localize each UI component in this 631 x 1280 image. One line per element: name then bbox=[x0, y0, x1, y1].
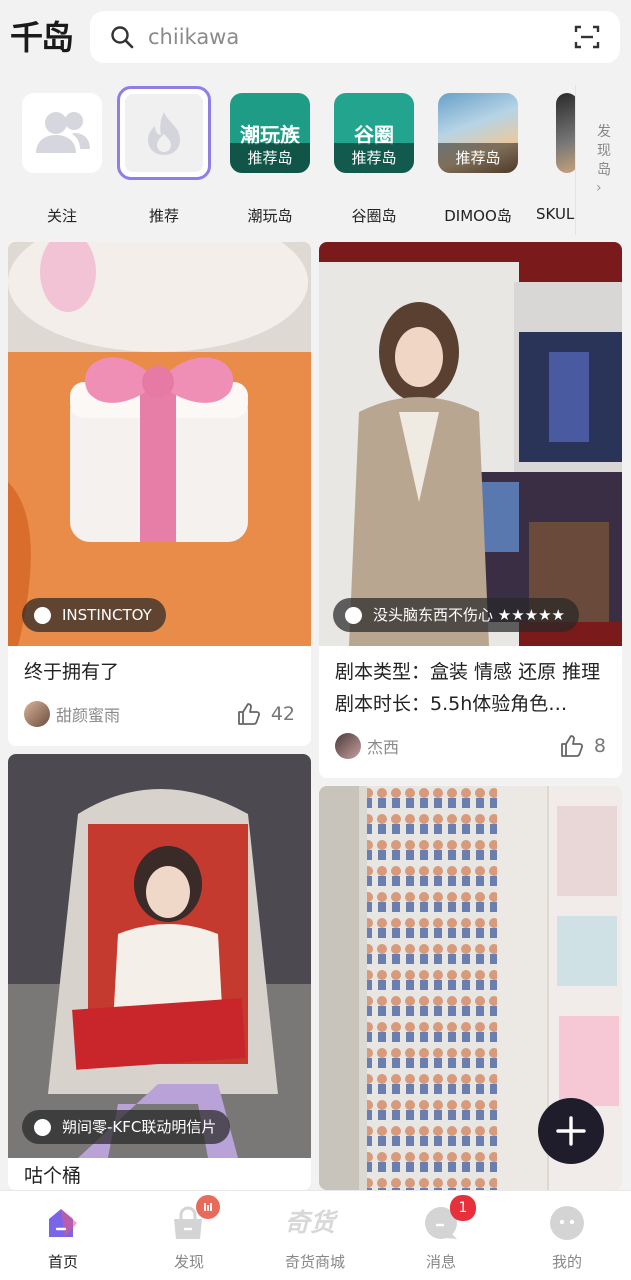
tab-discover[interactable]: 发现 bbox=[126, 1191, 252, 1280]
tab-messages[interactable]: 1 消息 bbox=[378, 1191, 504, 1280]
flame-icon bbox=[148, 112, 180, 155]
verified-check-icon bbox=[34, 1119, 51, 1136]
unread-badge: 1 bbox=[450, 1195, 476, 1221]
bottom-tab-bar: 首页 发现 奇货 奇货商城 1 消息 我的 bbox=[0, 1190, 631, 1280]
discover-islands-label: 发现岛 bbox=[597, 124, 611, 178]
feed-card[interactable]: 没头脑东西不伤心 ★★★★★ 剧本类型：盒装 情感 还原 推理剧本时长：5.5h… bbox=[319, 242, 622, 778]
scan-icon[interactable] bbox=[574, 24, 600, 50]
tab-home[interactable]: 首页 bbox=[0, 1191, 126, 1280]
bars-badge-icon bbox=[196, 1195, 220, 1219]
author-name: 杰西 bbox=[367, 738, 400, 757]
shop-badge-label: INSTINCTOY bbox=[62, 606, 152, 624]
tab-profile[interactable]: 我的 bbox=[504, 1191, 630, 1280]
thumbs-up-icon bbox=[561, 735, 583, 757]
plus-icon bbox=[556, 1116, 586, 1146]
island-chaowan-tile: 潮玩族 推荐岛 bbox=[230, 93, 310, 173]
card-title: 终于拥有了 bbox=[24, 661, 120, 683]
feed-card-image bbox=[8, 242, 311, 646]
tab-store[interactable]: 奇货 奇货商城 bbox=[252, 1191, 378, 1280]
shop-badge[interactable]: 朔间零-KFC联动明信片 bbox=[22, 1110, 231, 1144]
like-button[interactable]: 8 bbox=[560, 732, 606, 760]
avatar bbox=[24, 701, 50, 727]
island-tile-band: 推荐岛 bbox=[334, 143, 414, 173]
search-bar[interactable]: chiikawa bbox=[90, 11, 620, 63]
card-title: 咕个桶 bbox=[24, 1165, 82, 1187]
like-count: 42 bbox=[270, 703, 295, 725]
people-icon bbox=[36, 112, 90, 153]
feed-card[interactable]: INSTINCTOY 终于拥有了 甜颜蜜雨 42 bbox=[8, 242, 311, 746]
island-dimoo-tile: 推荐岛 bbox=[438, 93, 518, 173]
shop-badge-label: 朔间零-KFC联动明信片 bbox=[62, 1118, 217, 1136]
store-icon: 奇货 bbox=[285, 1208, 336, 1237]
tab-label: 首页 bbox=[47, 1253, 78, 1271]
create-post-button[interactable] bbox=[538, 1098, 604, 1164]
search-icon bbox=[111, 26, 134, 49]
island-label: DIMOO岛 bbox=[444, 207, 512, 225]
home-icon bbox=[49, 1209, 77, 1237]
discover-islands-button[interactable]: 发现岛 › bbox=[575, 85, 631, 235]
book-cover-photo bbox=[319, 242, 622, 646]
app-logo[interactable]: 千岛 bbox=[10, 18, 74, 58]
tab-label: 发现 bbox=[173, 1253, 204, 1271]
island-tile-band: 推荐岛 bbox=[230, 143, 310, 173]
island-recommend-tile bbox=[117, 86, 211, 180]
shop-badge[interactable]: INSTINCTOY bbox=[22, 598, 166, 632]
feed-card-image bbox=[8, 754, 311, 1158]
islands-row: 关注 推荐 潮玩族 推荐岛 潮玩岛 谷圈 推荐岛 谷圈岛 推荐岛 DIMOO岛 … bbox=[0, 85, 631, 235]
avatar bbox=[335, 733, 361, 759]
island-guquan-tile: 谷圈 推荐岛 bbox=[334, 93, 414, 173]
card-title: 剧本类型：盒装 情感 还原 推理剧本时长：5.5h体验角色… bbox=[335, 661, 601, 715]
shop-badge-label: 没头脑东西不伤心 ★★★★★ bbox=[373, 606, 566, 624]
island-follow-tile bbox=[22, 93, 102, 173]
author-name: 甜颜蜜雨 bbox=[56, 706, 121, 725]
thumbs-up-icon bbox=[237, 703, 260, 725]
island-tile-band: 推荐岛 bbox=[438, 143, 518, 173]
search-input[interactable]: chiikawa bbox=[148, 23, 239, 51]
island-label: 关注 bbox=[46, 207, 77, 225]
like-count: 8 bbox=[593, 735, 606, 757]
chevron-right-icon: › bbox=[596, 180, 602, 196]
header: 千岛 chiikawa bbox=[0, 0, 631, 80]
island-label: 谷圈岛 bbox=[351, 207, 397, 225]
verified-check-icon bbox=[345, 607, 362, 624]
card-author[interactable]: 甜颜蜜雨 bbox=[24, 700, 120, 728]
island-label: 潮玩岛 bbox=[247, 207, 293, 225]
verified-check-icon bbox=[34, 607, 51, 624]
tab-label: 我的 bbox=[551, 1253, 582, 1271]
card-author[interactable]: 杰西 bbox=[335, 732, 399, 760]
gift-box-photo bbox=[8, 242, 311, 646]
profile-icon bbox=[550, 1206, 584, 1240]
feed-card-image bbox=[319, 242, 622, 646]
like-button[interactable]: 42 bbox=[237, 700, 295, 728]
island-label: 推荐 bbox=[148, 207, 179, 225]
tab-label: 消息 bbox=[425, 1253, 456, 1271]
postcard-stand-photo bbox=[8, 754, 311, 1158]
shop-badge[interactable]: 没头脑东西不伤心 ★★★★★ bbox=[333, 598, 580, 632]
feed-card[interactable]: 朔间零-KFC联动明信片 咕个桶 bbox=[8, 754, 311, 1190]
tab-label: 奇货商城 bbox=[284, 1253, 345, 1271]
